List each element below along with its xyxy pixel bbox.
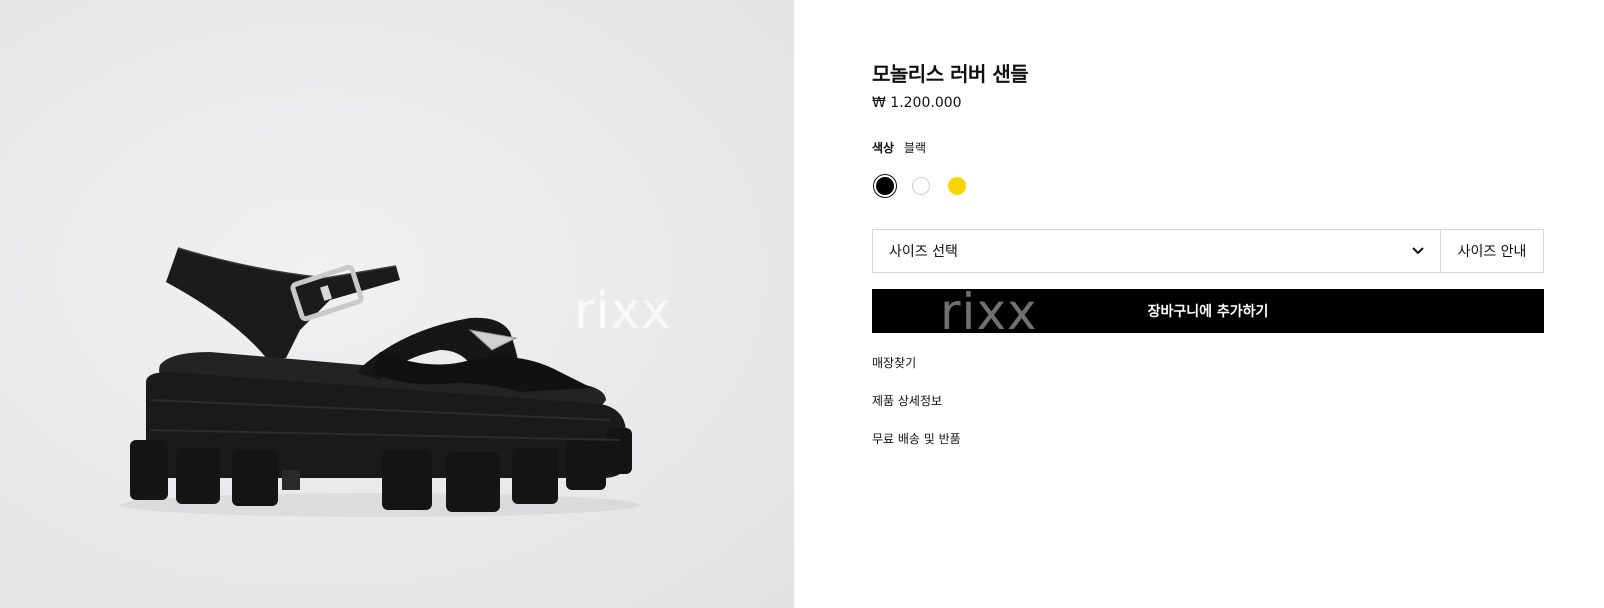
swatch-yellow[interactable]	[945, 174, 969, 198]
swatch-yellow-dot	[948, 177, 966, 195]
find-store-link[interactable]: 매장찾기	[872, 354, 916, 371]
swatch-black-dot	[876, 177, 894, 195]
color-label: 색상	[872, 141, 895, 155]
watermark-overlay: rixx	[940, 283, 1038, 341]
color-row: 색상 블랙	[872, 139, 926, 156]
watermark: rixx	[574, 282, 672, 340]
product-title: 모놀리스 러버 샌들	[872, 62, 1029, 86]
size-select-label: 사이즈 선택	[889, 244, 958, 260]
color-swatches	[873, 174, 969, 198]
product-image[interactable]: rixx	[0, 0, 794, 608]
sandal-illustration	[120, 247, 640, 517]
selected-color: 블랙	[903, 141, 927, 155]
size-row: 사이즈 선택 사이즈 안내	[872, 229, 1544, 273]
product-price: ₩ 1.200.000	[872, 95, 962, 111]
size-guide-button[interactable]: 사이즈 안내	[1440, 230, 1543, 272]
swatch-white[interactable]	[909, 174, 933, 198]
product-page: rixx 모놀리스 러버 샌들 ₩ 1.200.000 색상 블랙 사이즈 선택	[0, 0, 1604, 608]
chevron-down-icon	[1412, 243, 1424, 259]
swatch-black[interactable]	[873, 174, 897, 198]
size-select[interactable]: 사이즈 선택	[873, 230, 1440, 272]
product-details-link[interactable]: 제품 상세정보	[872, 392, 942, 409]
free-shipping-link[interactable]: 무료 배송 및 반품	[872, 430, 961, 447]
swatch-white-dot	[912, 177, 930, 195]
